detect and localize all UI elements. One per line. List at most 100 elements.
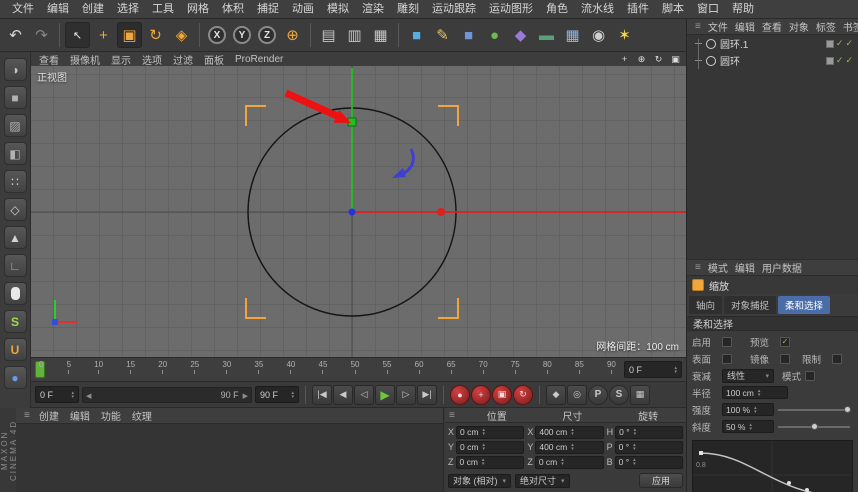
enabled-check-icon[interactable]: ✓ — [836, 38, 844, 49]
radius-field[interactable]: 100 cm — [722, 386, 788, 399]
menubar-item[interactable]: 网格 — [181, 0, 215, 18]
curve-point[interactable] — [805, 488, 809, 492]
menubar-item[interactable]: 流水线 — [575, 0, 620, 18]
menubar-item[interactable]: 帮助 — [726, 0, 760, 18]
rotation-field[interactable]: 0 ° — [614, 455, 683, 469]
rotate-view-icon[interactable]: ↻ — [651, 53, 666, 65]
enable-checkbox[interactable] — [722, 336, 732, 347]
menubar-item[interactable]: 插件 — [621, 0, 655, 18]
attribute-menu-item[interactable]: 用户数据 — [759, 260, 805, 275]
rotate-tool-icon[interactable]: ↻ — [143, 22, 168, 48]
live-selection-icon[interactable]: ↖ — [65, 22, 90, 48]
polygons-mode-icon[interactable]: ▲ — [3, 226, 27, 249]
camera-icon[interactable]: ◉ — [586, 22, 611, 48]
position-field[interactable]: 0 cm — [456, 425, 525, 439]
points-mode-icon[interactable]: ∷ — [3, 170, 27, 193]
spinner-icon[interactable] — [674, 366, 677, 374]
deformer-icon[interactable]: ◆ — [508, 22, 533, 48]
keyframe-selection-icon[interactable]: ◆ — [546, 384, 566, 405]
zoom-view-icon[interactable]: ⊕ — [634, 53, 649, 65]
undo-icon[interactable]: ↶ — [3, 22, 28, 48]
toggle-view-icon[interactable]: ▣ — [668, 53, 683, 65]
spinner-icon[interactable] — [482, 458, 485, 466]
material-menu-item[interactable]: 编辑 — [65, 408, 95, 423]
slider-knob[interactable] — [811, 422, 818, 430]
spinner-icon[interactable] — [758, 389, 761, 397]
viewport-menu-item[interactable]: 面板 — [199, 52, 229, 67]
falloff-curve-editor[interactable]: 0.8 — [692, 440, 853, 492]
menubar-item[interactable]: 体积 — [216, 0, 250, 18]
mouse-input-icon[interactable] — [3, 282, 27, 305]
slider-knob[interactable] — [844, 405, 851, 413]
taper-slider[interactable] — [778, 422, 850, 430]
x-scale-handle[interactable] — [437, 208, 445, 216]
prev-key-button[interactable]: ◀ — [333, 384, 353, 405]
viewport-menu-item[interactable]: 摄像机 — [65, 52, 105, 67]
current-frame-field[interactable]: 0 F — [624, 361, 682, 378]
texture-mode-icon[interactable]: ▨ — [3, 114, 27, 137]
circle-spline-icon[interactable] — [706, 38, 716, 49]
panel-menu-icon[interactable]: ≡ — [691, 21, 705, 32]
position-field[interactable]: 0 cm — [456, 440, 525, 454]
panel-menu-icon[interactable]: ≡ — [445, 410, 459, 421]
menubar-item[interactable]: 脚本 — [656, 0, 690, 18]
menubar-item[interactable]: 雕刻 — [391, 0, 425, 18]
spinner-icon[interactable] — [482, 443, 485, 451]
object-manager-menu-item[interactable]: 书签 — [840, 19, 858, 34]
object-manager-menu-item[interactable]: 编辑 — [732, 19, 758, 34]
z-axis-lock-icon[interactable]: Z — [258, 26, 276, 44]
enabled-check-icon[interactable]: ✓ — [845, 55, 853, 66]
object-manager-menu-item[interactable]: 标签 — [813, 19, 839, 34]
range-left-cap-icon[interactable] — [86, 390, 91, 400]
viewport-menu-item[interactable]: 显示 — [106, 52, 136, 67]
pan-view-icon[interactable]: + — [617, 53, 632, 65]
mirror-checkbox[interactable] — [780, 353, 790, 364]
quantize-icon[interactable]: ▦ — [630, 384, 650, 405]
object-row[interactable]: 圆环 ✓ ✓ — [687, 52, 858, 69]
record-position-button[interactable]: + — [471, 384, 491, 405]
coordinate-system-icon[interactable]: ⊕ — [280, 22, 305, 48]
material-menu-item[interactable]: 功能 — [96, 408, 126, 423]
autokey-icon[interactable]: ◎ — [567, 384, 587, 405]
apply-button[interactable]: 应用 — [638, 473, 683, 488]
solo-button[interactable]: S — [609, 384, 629, 405]
light-icon[interactable]: ✶ — [612, 22, 637, 48]
falloff-dropdown[interactable]: 线性 — [722, 368, 774, 383]
record-rotation-button[interactable]: ↻ — [513, 384, 533, 405]
menubar-item[interactable]: 模拟 — [321, 0, 355, 18]
spinner-icon[interactable] — [633, 458, 636, 466]
object-row[interactable]: 圆环.1 ✓ ✓ — [687, 35, 858, 52]
primitive-cube-icon[interactable]: ■ — [404, 22, 429, 48]
object-name[interactable]: 圆环 — [720, 53, 740, 68]
next-frame-button[interactable]: ▷ — [396, 384, 416, 405]
menubar-item[interactable]: 选择 — [111, 0, 145, 18]
spinner-icon[interactable] — [571, 443, 574, 451]
menubar-item[interactable]: 运动图形 — [483, 0, 539, 18]
edges-mode-icon[interactable]: ◇ — [3, 198, 27, 221]
menubar-item[interactable]: 工具 — [146, 0, 180, 18]
attribute-tab[interactable]: 柔和选择 — [778, 296, 831, 314]
rotation-field[interactable]: 0 ° — [614, 440, 683, 454]
array-instance-icon[interactable]: ● — [482, 22, 507, 48]
spinner-icon[interactable] — [571, 428, 574, 436]
viewport-menu-item[interactable]: 选项 — [137, 52, 167, 67]
strength-field[interactable]: 100 % — [722, 403, 774, 416]
section-header[interactable]: 柔和选择 — [687, 316, 858, 331]
coordinate-mode-dropdown[interactable]: 对象 (相对) — [448, 473, 512, 488]
attribute-tab[interactable]: 对象捕捉 — [724, 296, 777, 314]
preview-range-slider[interactable]: 90 F — [82, 386, 252, 403]
record-keyframe-button[interactable]: ● — [450, 384, 470, 405]
p-button[interactable]: P — [588, 384, 608, 405]
pen-spline-icon[interactable]: ✎ — [430, 22, 455, 48]
menubar-item[interactable]: 创建 — [76, 0, 110, 18]
menubar-item[interactable]: 文件 — [6, 0, 40, 18]
y-axis-lock-icon[interactable]: Y — [233, 26, 251, 44]
redo-icon[interactable]: ↷ — [29, 22, 54, 48]
menubar-item[interactable]: 窗口 — [691, 0, 725, 18]
viewport-menu-item[interactable]: 查看 — [34, 52, 64, 67]
viewport-menu-item[interactable]: 过滤 — [168, 52, 198, 67]
timeline-ruler[interactable]: 0 5 10 15 20 25 30 35 40 45 50 55 60 65 70 75 80 85 90 0 F — [31, 358, 686, 382]
spinner-icon[interactable] — [71, 391, 74, 399]
render-view-icon[interactable]: ▤ — [316, 22, 341, 48]
menubar-item[interactable]: 运动跟踪 — [426, 0, 482, 18]
